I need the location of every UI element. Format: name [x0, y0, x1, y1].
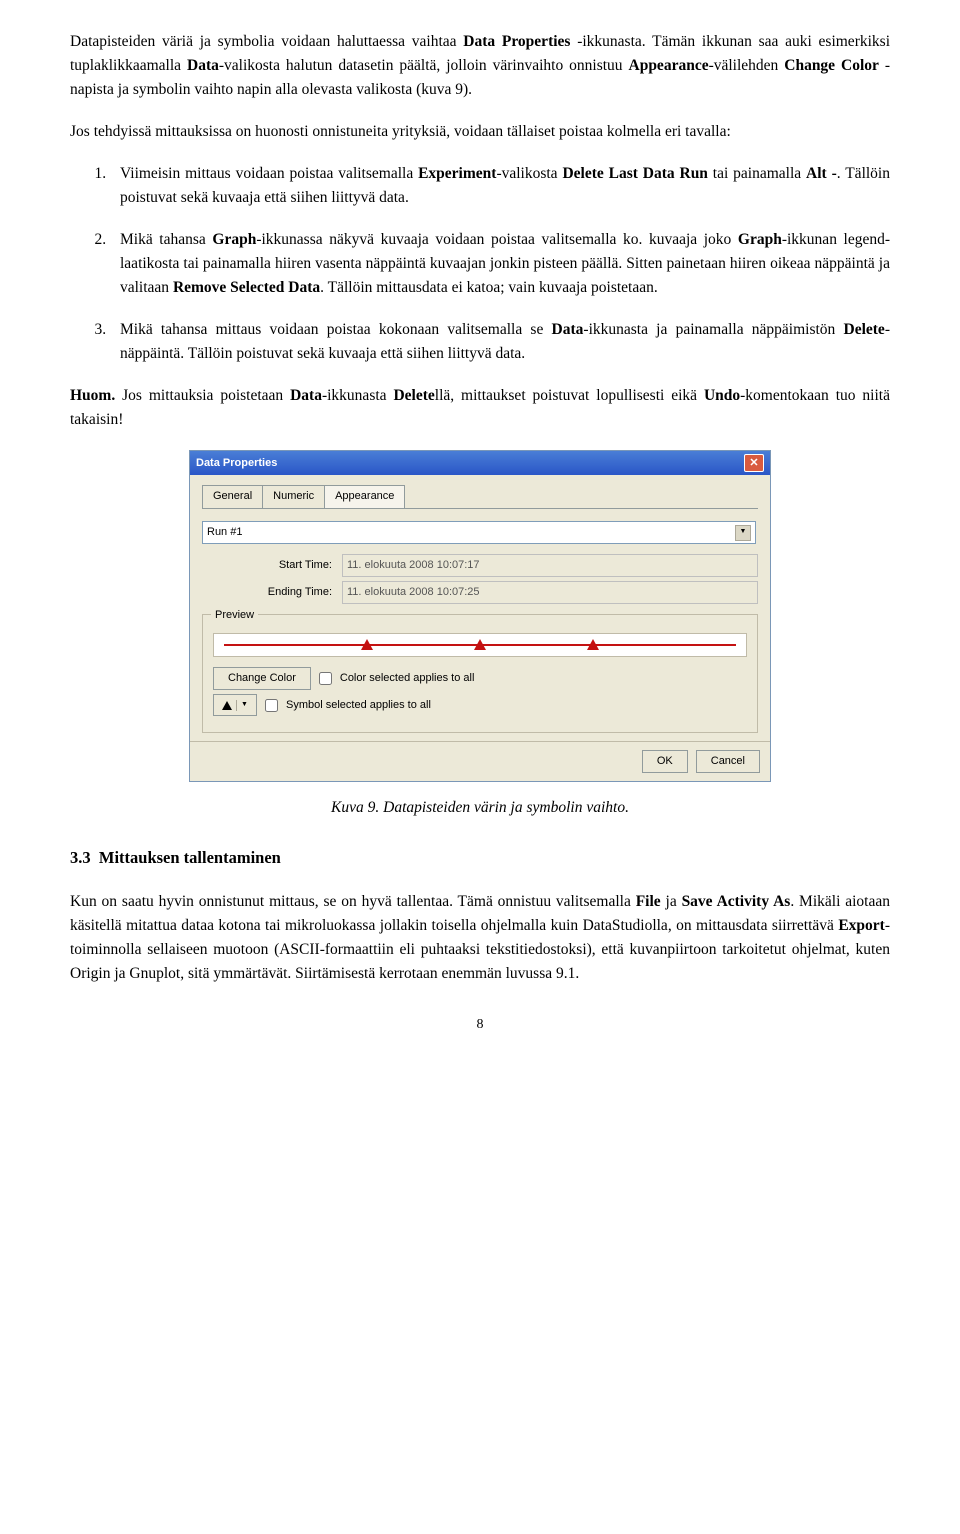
- bold-term: Change Color: [784, 57, 879, 74]
- page-number: 8: [70, 1014, 890, 1036]
- dialog-figure: Data Properties ✕ General Numeric Appear…: [70, 450, 890, 782]
- tab-general[interactable]: General: [202, 485, 263, 508]
- text: Mikä tahansa: [120, 231, 212, 248]
- bold-term: Appearance: [629, 57, 709, 74]
- start-time-value: 11. elokuuta 2008 10:07:17: [342, 554, 758, 577]
- start-time-row: Start Time: 11. elokuuta 2008 10:07:17: [202, 554, 758, 577]
- start-time-label: Start Time:: [202, 557, 342, 574]
- tab-numeric[interactable]: Numeric: [262, 485, 325, 508]
- text: Mikä tahansa mittaus voidaan poistaa kok…: [120, 321, 552, 338]
- paragraph-save: Kun on saatu hyvin onnistunut mittaus, s…: [70, 890, 890, 986]
- tab-appearance[interactable]: Appearance: [324, 485, 405, 508]
- bold-term: Remove Selected Data: [173, 279, 320, 296]
- paragraph-methods: Jos tehdyissä mittauksissa on huonosti o…: [70, 120, 890, 144]
- preview-group-title: Preview: [211, 607, 258, 624]
- list-item: Mikä tahansa mittaus voidaan poistaa kok…: [110, 318, 890, 366]
- chevron-down-icon: ▼: [236, 700, 248, 711]
- text: -ikkunasta: [322, 387, 393, 404]
- section-title: Mittauksen tallentaminen: [99, 848, 281, 867]
- color-applies-all-label: Color selected applies to all: [340, 670, 475, 687]
- bold-term: Undo: [704, 387, 740, 404]
- note-label: Huom.: [70, 387, 115, 404]
- bold-term: Save Activity As: [682, 893, 791, 910]
- bold-term: Delete Last Data Run: [562, 165, 708, 182]
- bold-term: Export: [838, 917, 885, 934]
- list-item: Viimeisin mittaus voidaan poistaa valits…: [110, 162, 890, 210]
- symbol-preview: [213, 633, 747, 657]
- bold-term: Delete: [844, 321, 885, 338]
- triangle-icon: [222, 701, 232, 710]
- dialog-titlebar[interactable]: Data Properties ✕: [190, 451, 770, 475]
- bold-term: Data: [187, 57, 219, 74]
- text: -ikkunassa näkyvä kuvaaja voidaan poista…: [256, 231, 738, 248]
- tab-strip: General Numeric Appearance: [202, 485, 758, 509]
- bold-term: Data: [290, 387, 322, 404]
- text: llä, mittaukset poistuvat lopullisesti e…: [435, 387, 704, 404]
- figure-caption: Kuva 9. Datapisteiden värin ja symbolin …: [70, 796, 890, 820]
- ok-button[interactable]: OK: [642, 750, 688, 773]
- ending-time-value: 11. elokuuta 2008 10:07:25: [342, 581, 758, 604]
- section-heading: 3.3 Mittauksen tallentaminen: [70, 845, 890, 871]
- bold-term: File: [636, 893, 661, 910]
- dialog-title: Data Properties: [196, 455, 277, 472]
- change-color-row: Change Color Color selected applies to a…: [213, 667, 747, 690]
- symbol-applies-all-checkbox[interactable]: [265, 699, 278, 712]
- bold-term: Graph: [212, 231, 256, 248]
- run-dropdown-value: Run #1: [207, 524, 242, 541]
- run-dropdown[interactable]: Run #1 ▼: [202, 521, 756, 544]
- note-paragraph: Huom. Jos mittauksia poistetaan Data-ikk…: [70, 384, 890, 432]
- text: -valikosta halutun datasetin päältä, jol…: [219, 57, 629, 74]
- text: Viimeisin mittaus voidaan poistaa valits…: [120, 165, 418, 182]
- bold-term: Data: [552, 321, 584, 338]
- close-icon[interactable]: ✕: [744, 454, 764, 472]
- symbol-selector-button[interactable]: ▼: [213, 694, 257, 716]
- text: -valikosta: [496, 165, 562, 182]
- bold-term: Delete: [393, 387, 434, 404]
- numbered-list: Viimeisin mittaus voidaan poistaa valits…: [70, 162, 890, 366]
- symbol-applies-all-label: Symbol selected applies to all: [286, 697, 431, 714]
- change-color-button[interactable]: Change Color: [213, 667, 311, 690]
- bold-term: Experiment: [418, 165, 496, 182]
- list-item: Mikä tahansa Graph-ikkunassa näkyvä kuva…: [110, 228, 890, 300]
- color-applies-all-checkbox[interactable]: [319, 672, 332, 685]
- text: tai painamalla: [708, 165, 806, 182]
- chevron-down-icon: ▼: [735, 525, 751, 541]
- text: -välilehden: [709, 57, 785, 74]
- bold-term: Data Properties: [463, 33, 570, 50]
- section-number: 3.3: [70, 848, 91, 867]
- text: . Tällöin mittausdata ei katoa; vain kuv…: [320, 279, 658, 296]
- text: Kun on saatu hyvin onnistunut mittaus, s…: [70, 893, 636, 910]
- text: Jos mittauksia poistetaan: [115, 387, 290, 404]
- ending-time-row: Ending Time: 11. elokuuta 2008 10:07:25: [202, 581, 758, 604]
- paragraph-intro: Datapisteiden väriä ja symbolia voidaan …: [70, 30, 890, 102]
- data-properties-dialog: Data Properties ✕ General Numeric Appear…: [189, 450, 771, 782]
- text: ja: [661, 893, 682, 910]
- cancel-button[interactable]: Cancel: [696, 750, 760, 773]
- text: -ikkunasta ja painamalla näppäimistön: [583, 321, 843, 338]
- text: Datapisteiden väriä ja symbolia voidaan …: [70, 33, 463, 50]
- symbol-row: ▼ Symbol selected applies to all: [213, 694, 747, 716]
- dialog-footer: OK Cancel: [190, 741, 770, 781]
- preview-groupbox: Preview Change Color Color selected appl…: [202, 614, 758, 733]
- bold-term: Alt -: [806, 165, 837, 182]
- ending-time-label: Ending Time:: [202, 584, 342, 601]
- bold-term: Graph: [738, 231, 782, 248]
